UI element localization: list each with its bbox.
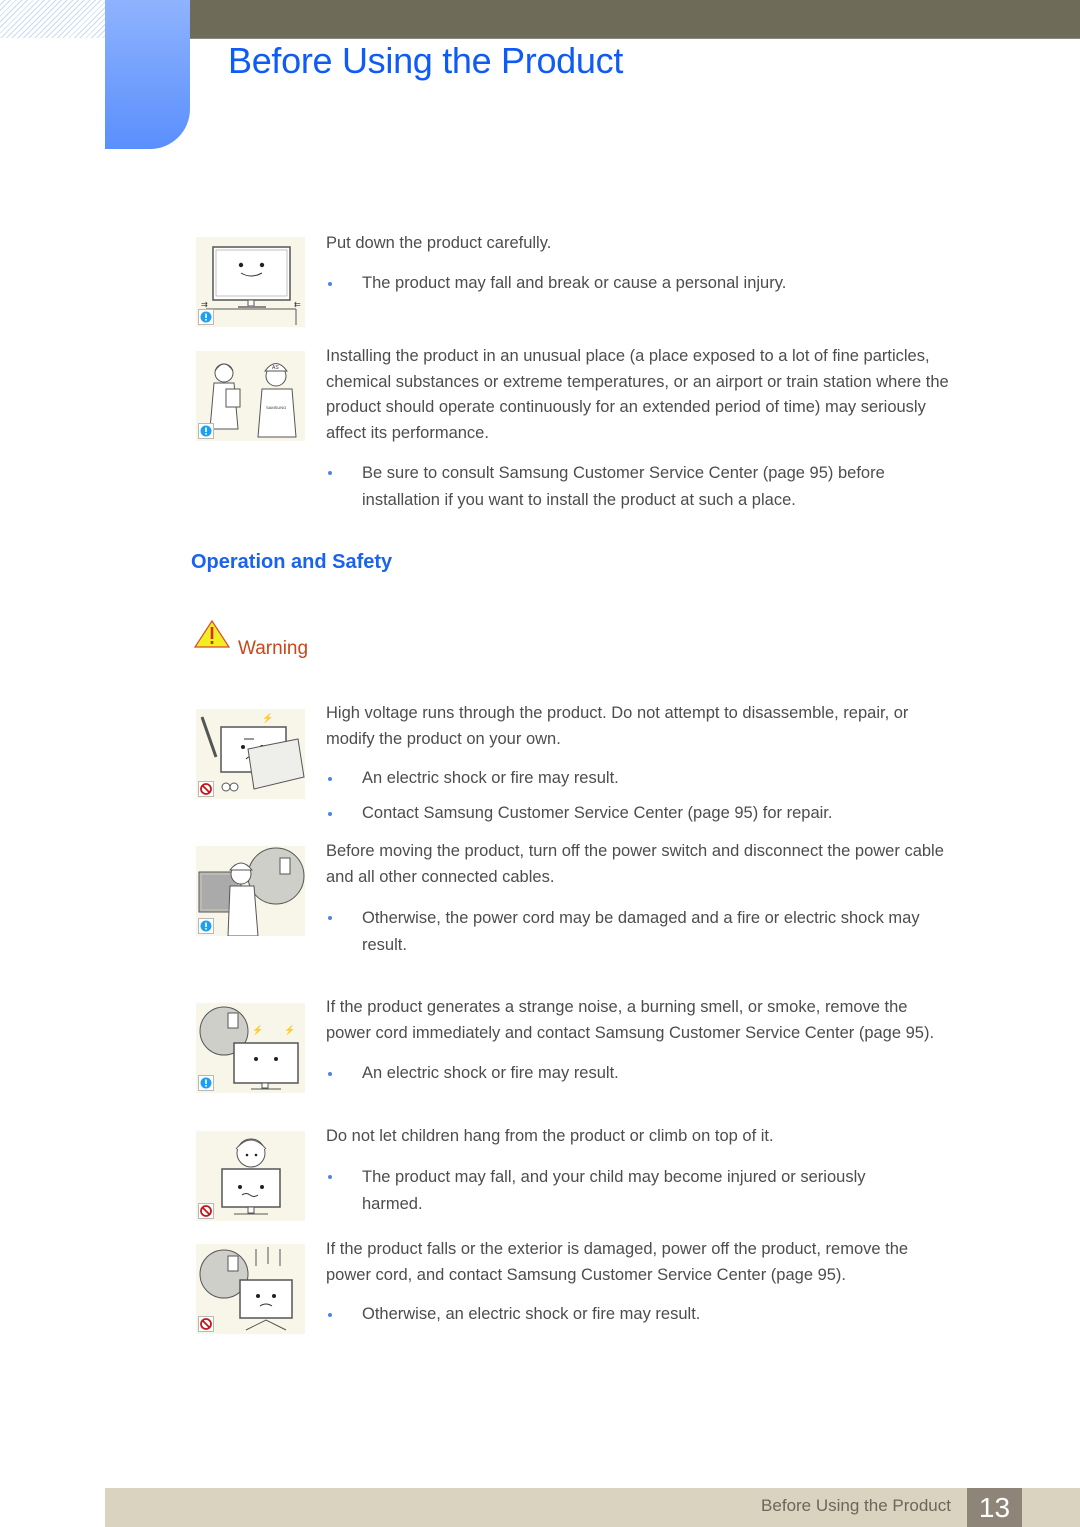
chapter-tab: [105, 0, 190, 149]
item-bullet: An electric shock or fire may result.: [326, 766, 956, 792]
item-paragraph: Installing the product in an unusual pla…: [326, 347, 949, 442]
warning-label: Warning: [238, 638, 309, 659]
intro-item-2: Installing the product in an unusual pla…: [326, 344, 956, 514]
footer-title: Before Using the Product: [761, 1496, 951, 1515]
header-bar: [190, 0, 1080, 39]
item-bullet: The product may fall, and your child may…: [326, 1164, 922, 1218]
item-paragraph: If the product falls or the exterior is …: [326, 1240, 909, 1284]
item-bullet: Otherwise, an electric shock or fire may…: [326, 1302, 956, 1328]
prohibited-icon: [198, 781, 214, 797]
safety-item-2: Before moving the product, turn off the …: [326, 839, 956, 959]
item-bullet: The product may fall and break or cause …: [326, 271, 956, 297]
unplug-before-moving-illustration: [196, 846, 305, 936]
svg-text:⇉: ⇉: [201, 300, 208, 309]
prohibited-icon: [198, 1316, 214, 1332]
svg-text:AS: AS: [272, 365, 279, 371]
caution-icon: [198, 918, 214, 934]
header-hatch-decoration: [0, 0, 105, 38]
smoke-unplug-illustration: ⚡ ⚡: [196, 1003, 305, 1093]
monitor-on-stand-illustration: ⇉ ⇇: [196, 237, 305, 327]
svg-text:⚡: ⚡: [252, 1024, 263, 1036]
item-bullet: Contact Samsung Customer Service Center …: [326, 801, 956, 827]
fallen-product-illustration: [196, 1244, 305, 1334]
intro-item-1: Put down the product carefully. The prod…: [326, 231, 956, 296]
safety-item-4: Do not let children hang from the produc…: [326, 1124, 956, 1218]
warning-icon: [193, 619, 231, 648]
page-number: 13: [967, 1488, 1022, 1527]
safety-item-1: High voltage runs through the product. D…: [326, 701, 956, 826]
disassembly-illustration: ⚡: [196, 709, 305, 799]
item-paragraph: Put down the product carefully.: [326, 234, 552, 252]
page-title: Before Using the Product: [228, 40, 624, 81]
svg-text:⚡: ⚡: [284, 1024, 295, 1036]
item-paragraph: Before moving the product, turn off the …: [326, 842, 944, 886]
safety-item-5: If the product falls or the exterior is …: [326, 1237, 956, 1328]
caution-icon: [198, 1075, 214, 1091]
item-paragraph: Do not let children hang from the produc…: [326, 1127, 774, 1145]
svg-text:⚡: ⚡: [262, 712, 273, 724]
item-bullet: Otherwise, the power cord may be damaged…: [326, 905, 956, 959]
item-paragraph: If the product generates a strange noise…: [326, 998, 935, 1042]
caution-icon: [198, 309, 214, 325]
item-bullet: Be sure to consult Samsung Customer Serv…: [326, 460, 956, 514]
item-bullet: An electric shock or fire may result.: [326, 1061, 956, 1087]
safety-item-3: If the product generates a strange noise…: [326, 995, 956, 1087]
caution-icon: [198, 423, 214, 439]
customer-service-illustration: AS SAMSUNG: [196, 351, 305, 441]
svg-text:⇇: ⇇: [294, 300, 301, 309]
footer-bar: Before Using the Product 13: [105, 1488, 1080, 1527]
prohibited-icon: [198, 1203, 214, 1219]
svg-text:SAMSUNG: SAMSUNG: [266, 405, 286, 410]
child-climbing-illustration: [196, 1131, 305, 1221]
item-paragraph: High voltage runs through the product. D…: [326, 704, 909, 748]
section-title: Operation and Safety: [191, 551, 393, 573]
